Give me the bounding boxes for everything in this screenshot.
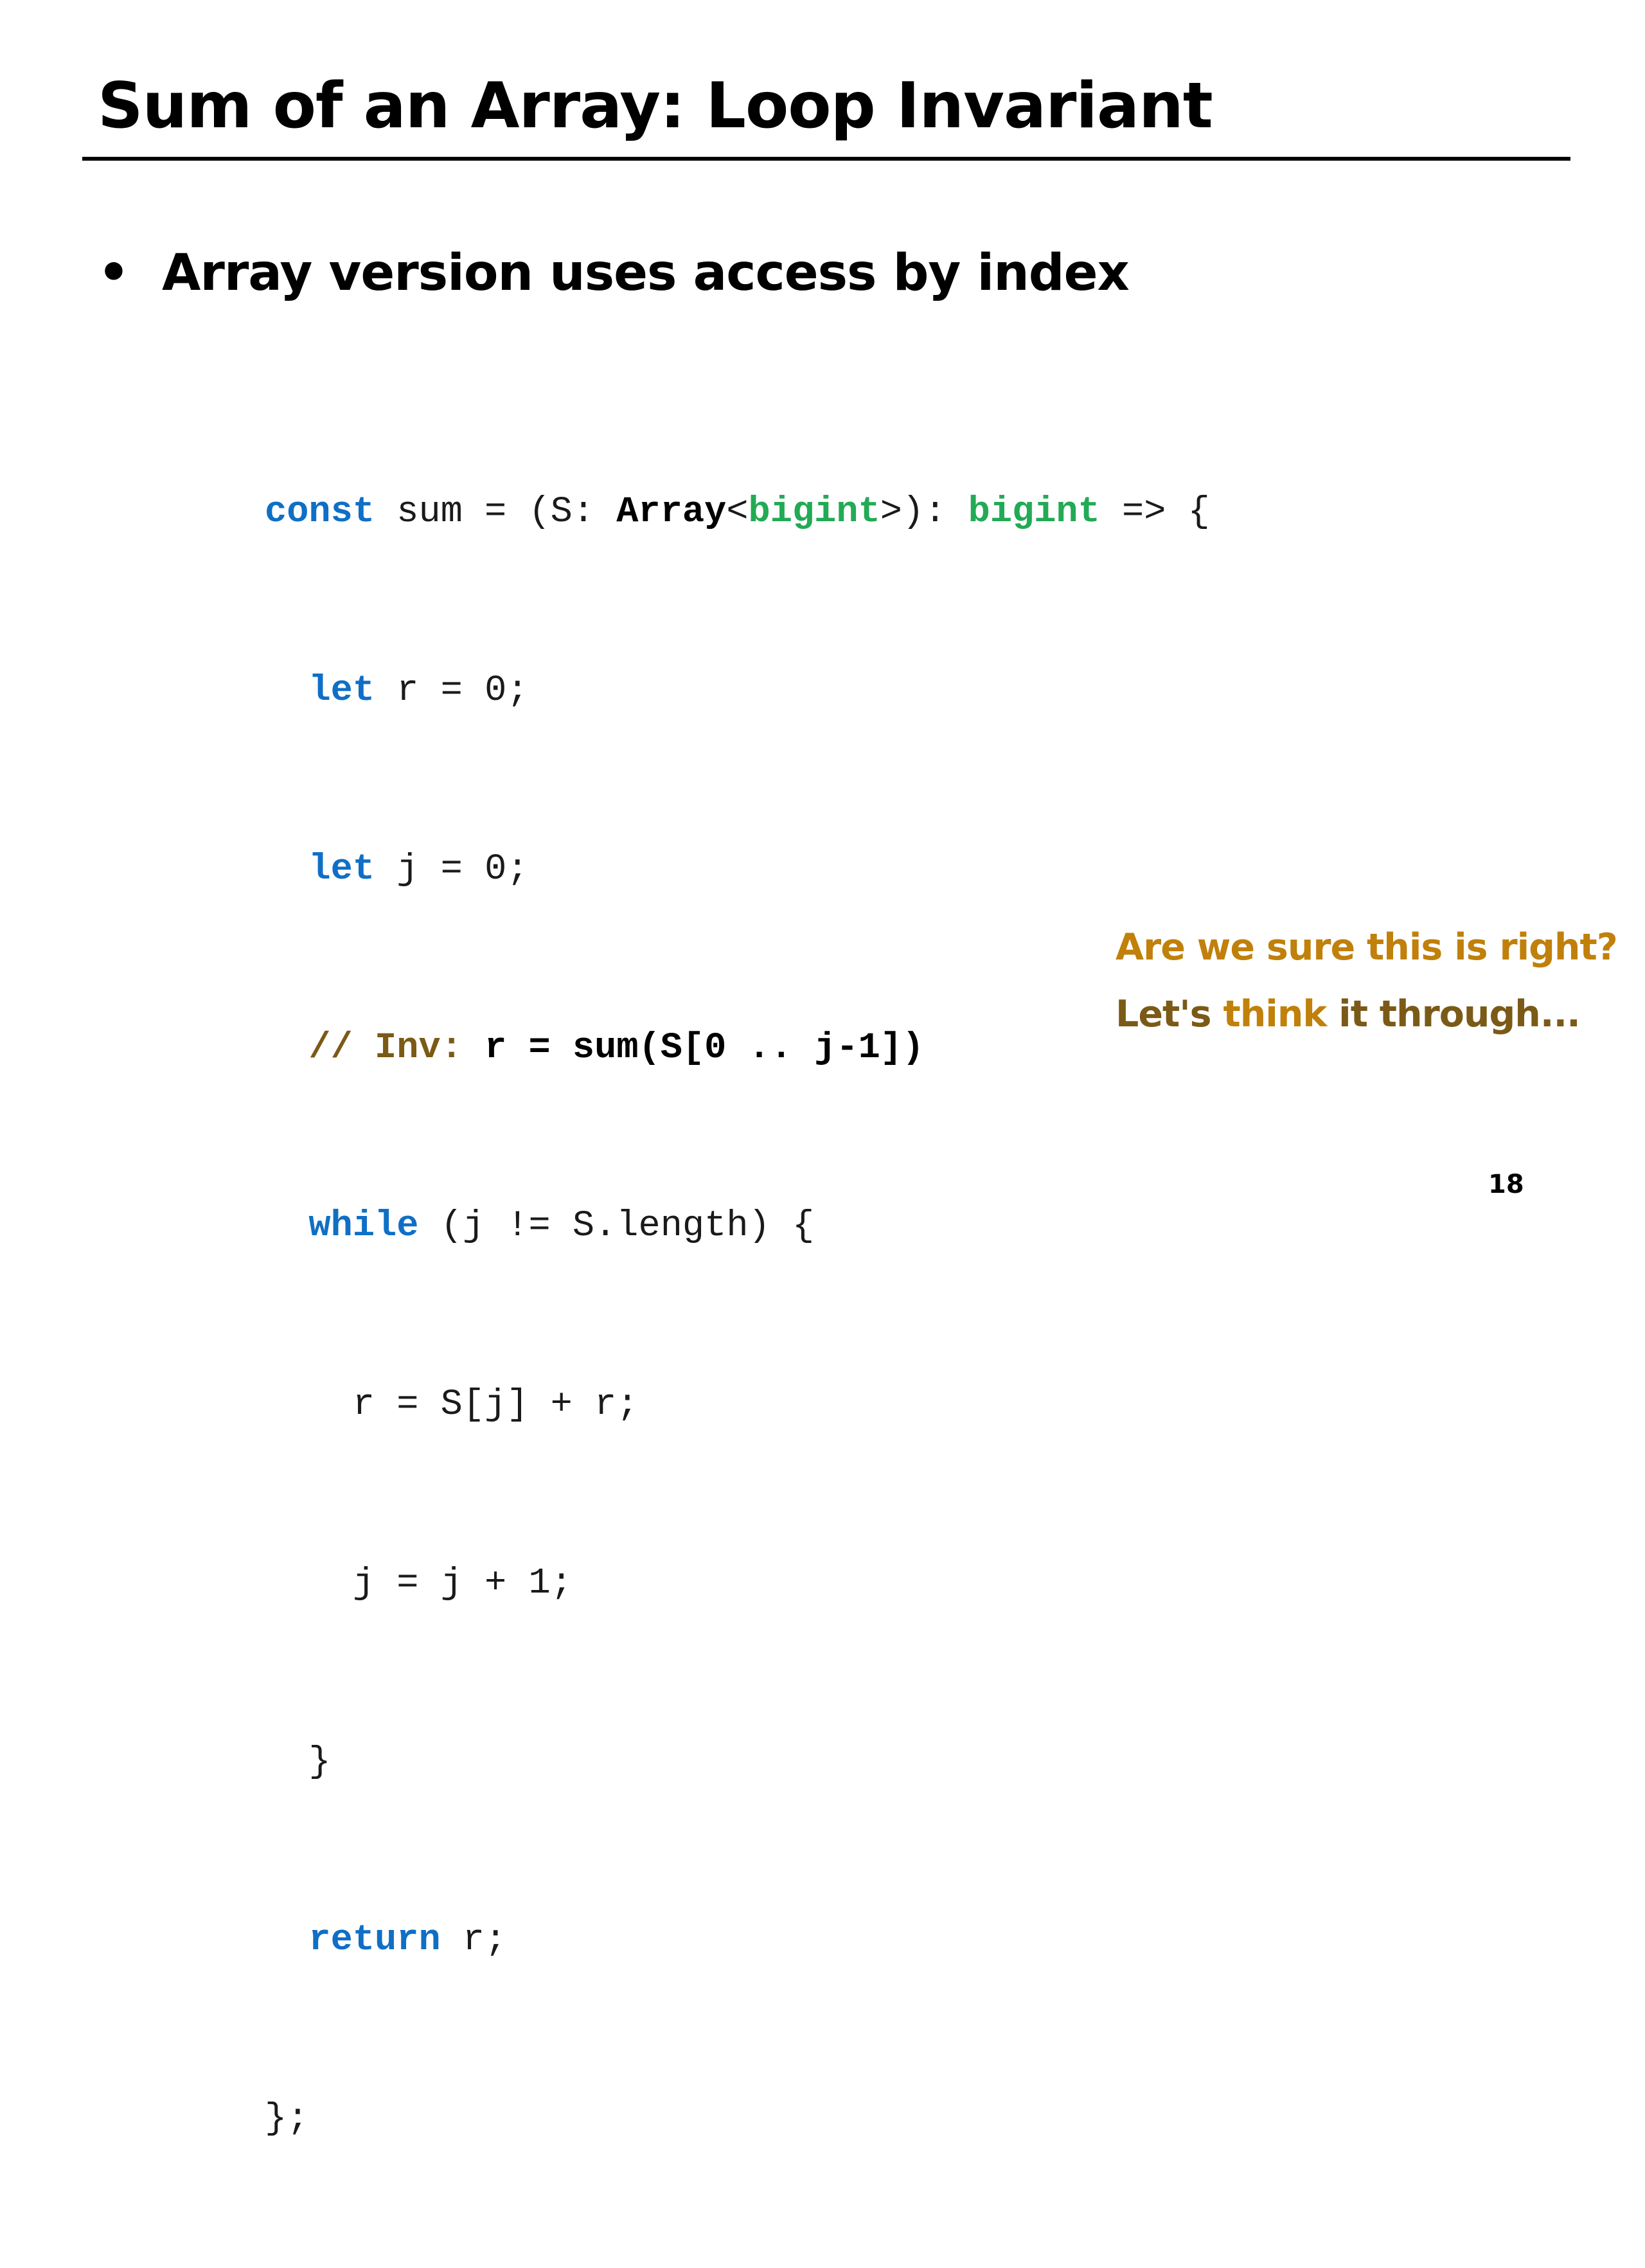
code-text: j = 0; (375, 848, 529, 890)
type-bigint: bigint (968, 492, 1100, 533)
code-text: r = 0; (375, 670, 529, 711)
code-text: => { (1099, 492, 1210, 533)
keyword-while: while (308, 1206, 419, 1247)
type-array: Array (616, 492, 727, 533)
code-block: const sum = (S: Array<bigint>): bigint =… (265, 364, 1210, 2268)
code-line-8: } (265, 1741, 331, 1783)
keyword-let: let (308, 848, 375, 890)
keyword-return: return (308, 1920, 441, 1961)
code-line-4: // Inv: r = sum(S[0 .. j-1]) (265, 1019, 1210, 1078)
code-line-7: j = j + 1; (265, 1562, 573, 1604)
note-think-through: Let's think it through... (1116, 988, 1581, 1040)
keyword-let: let (308, 670, 375, 711)
type-bigint: bigint (748, 492, 880, 533)
note-highlight: think (1223, 993, 1327, 1035)
code-text: r; (440, 1920, 507, 1961)
bullet-text: Array version uses access by index (162, 244, 1130, 302)
code-line-6: r = S[j] + r; (265, 1384, 639, 1426)
code-text: (j != S.length) { (418, 1206, 815, 1247)
code-text: < (726, 492, 749, 533)
code-text: sum = (S: (375, 492, 617, 533)
code-line-3: let j = 0; (265, 840, 1210, 900)
page-number: 18 (1488, 1170, 1524, 1199)
code-line-5: while (j != S.length) { (265, 1197, 1210, 1256)
code-line-9: return r; (265, 1911, 1210, 1970)
slide-title: Sum of an Array: Loop Invariant (98, 69, 1213, 143)
note-question: Are we sure this is right? (1116, 926, 1618, 969)
note-text: it through... (1326, 993, 1581, 1035)
title-underline (82, 157, 1570, 161)
code-line-2: let r = 0; (265, 661, 1210, 721)
code-line-10: }; (265, 2098, 309, 2140)
bullet-marker: • (98, 244, 130, 302)
invariant-expression: r = sum(S[0 .. j-1]) (462, 1027, 925, 1069)
code-line-1: const sum = (S: Array<bigint>): bigint =… (265, 483, 1210, 542)
slide: Sum of an Array: Loop Invariant • Array v… (0, 0, 1645, 2139)
invariant-comment-label: // Inv: (308, 1027, 463, 1069)
code-text: >): (880, 492, 968, 533)
bullet-point: • Array version uses access by index (98, 238, 1130, 308)
note-text: Let's (1116, 993, 1223, 1035)
keyword-const: const (265, 492, 375, 533)
